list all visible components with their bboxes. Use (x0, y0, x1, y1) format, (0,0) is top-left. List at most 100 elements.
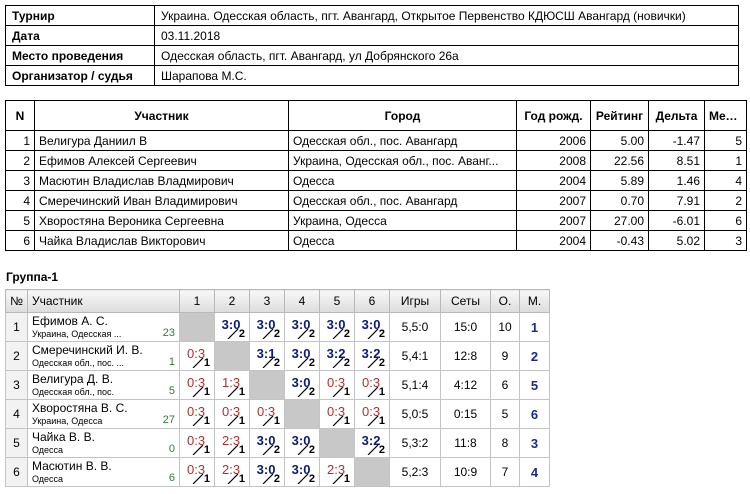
participant-name: Масютин Владислав Владмирович (34, 170, 289, 191)
match-points: 1 (378, 415, 385, 427)
participant-city: Одесса (288, 230, 517, 251)
match-result: 0:3 1 (250, 400, 284, 428)
participant-year: 2004 (516, 170, 591, 191)
slash-icon (332, 387, 344, 397)
match-cell: 0:3 1 (214, 399, 250, 429)
match-result: 0:3 1 (180, 400, 214, 428)
group-games: 5,2:3 (389, 457, 441, 487)
match-cell: 3:2 2 (354, 428, 390, 458)
slash-icon (192, 387, 204, 397)
match-result: 2:3 1 (215, 458, 249, 486)
match-points: 2 (238, 328, 245, 340)
slash-icon (297, 329, 309, 339)
group-points: 10 (490, 312, 520, 342)
participant-year: 2006 (516, 130, 591, 151)
self-match-cell (284, 399, 320, 429)
match-result: 3:2 2 (355, 342, 389, 370)
group-row-number: 4 (5, 399, 28, 429)
group-sets: 0:15 (440, 399, 491, 429)
participants-header: N (5, 100, 35, 131)
participant-delta: 8.51 (648, 150, 705, 171)
slash-icon (262, 474, 274, 484)
group-games: 5,1:4 (389, 370, 441, 400)
player-city: Одесская обл., пос. (32, 387, 114, 397)
match-result: 3:2 2 (355, 429, 389, 457)
slash-icon (192, 416, 204, 426)
self-match-cell (179, 312, 215, 342)
match-cell: 3:2 2 (354, 341, 390, 371)
participant-name: Хворостяна Вероника Сергеевна (34, 210, 289, 231)
participants-header: Участник (34, 100, 289, 131)
match-result: 3:0 2 (250, 458, 284, 486)
group-player: Чайка В. В. Одесса 0 (27, 428, 180, 458)
group-header-col: 2 (214, 289, 250, 313)
match-cell: 3:0 2 (284, 312, 320, 342)
player-city: Одесса (32, 445, 64, 455)
group-row-number: 6 (5, 457, 28, 487)
match-cell: 3:0 2 (284, 457, 320, 487)
participant-rating: 0.70 (590, 190, 649, 211)
info-value: 03.11.2018 (154, 25, 739, 46)
match-result: 3:0 2 (320, 313, 354, 341)
match-cell: 2:3 1 (214, 457, 250, 487)
match-cell: 0:3 1 (179, 399, 215, 429)
slash-icon (332, 474, 344, 484)
participants-header: Рейтинг (590, 100, 649, 131)
match-points: 2 (308, 444, 315, 456)
self-match-cell (249, 370, 285, 400)
participant-city: Одесса (288, 170, 517, 191)
group-points: 8 (490, 428, 520, 458)
group-place: 6 (519, 399, 550, 429)
match-result: 3:1 2 (250, 342, 284, 370)
table-row: 6 Чайка Владислав Викторович Одесса 2004 -0.… (5, 230, 747, 251)
group-place: 4 (519, 457, 550, 487)
slash-icon (262, 358, 274, 368)
player-rating: 6 (168, 472, 175, 484)
participant-name: Чайка Владислав Викторович (34, 230, 289, 251)
match-points: 1 (238, 444, 245, 456)
participants-header: Год рожд. (516, 100, 591, 131)
info-row: Турнир Украина. Одесская область, пгт. Ав… (5, 5, 739, 26)
match-points: 2 (308, 386, 315, 398)
slash-icon (262, 329, 274, 339)
table-row: 4 Хворостяна В. С. Украина, Одесса 27 0:3 1 0:… (5, 399, 550, 429)
info-value: Украина. Одесская область, пгт. Авангард… (154, 5, 739, 26)
participants-table: N Участник Город Год рожд. Рейтинг Дельта Мест… (5, 100, 747, 251)
participant-rating: 22.56 (590, 150, 649, 171)
slash-icon (367, 416, 379, 426)
participant-place: 2 (704, 190, 747, 211)
slash-icon (192, 474, 204, 484)
match-result: 2:3 1 (320, 458, 354, 486)
player-rating: 5 (168, 385, 175, 397)
participant-rating: -0.43 (590, 230, 649, 251)
participant-city: Украина, Одесса (288, 210, 517, 231)
participant-city: Украина, Одесская обл., пос. Аванг... (288, 150, 517, 171)
table-row: 3 Масютин Владислав Владмирович Одесса 2004… (5, 170, 747, 191)
match-result: 2:3 1 (215, 429, 249, 457)
participant-name: Смеречинский Иван Владимирович (34, 190, 289, 211)
participant-delta: 5.02 (648, 230, 705, 251)
participant-delta: 7.91 (648, 190, 705, 211)
match-points: 1 (203, 386, 210, 398)
match-points: 1 (273, 415, 280, 427)
match-cell: 0:3 1 (319, 399, 355, 429)
slash-icon (297, 358, 309, 368)
group-header-n: № (5, 289, 28, 313)
participant-n: 2 (5, 150, 35, 171)
group-place: 5 (519, 370, 550, 400)
slash-icon (297, 387, 309, 397)
slash-icon (297, 445, 309, 455)
match-cell: 3:0 2 (319, 312, 355, 342)
group-sets: 11:8 (440, 428, 491, 458)
match-result: 3:0 2 (285, 458, 319, 486)
info-row: Дата 03.11.2018 (5, 25, 739, 46)
group-games: 5,0:5 (389, 399, 441, 429)
participant-rating: 5.89 (590, 170, 649, 191)
player-rating: 27 (162, 414, 175, 426)
group-player: Хворостяна В. С. Украина, Одесса 27 (27, 399, 180, 429)
group-header-games: Игры (389, 289, 441, 313)
participant-year: 2007 (516, 210, 591, 231)
slash-icon (297, 474, 309, 484)
match-cell: 3:0 2 (249, 457, 285, 487)
group-player: Масютин В. В. Одесса 6 (27, 457, 180, 487)
